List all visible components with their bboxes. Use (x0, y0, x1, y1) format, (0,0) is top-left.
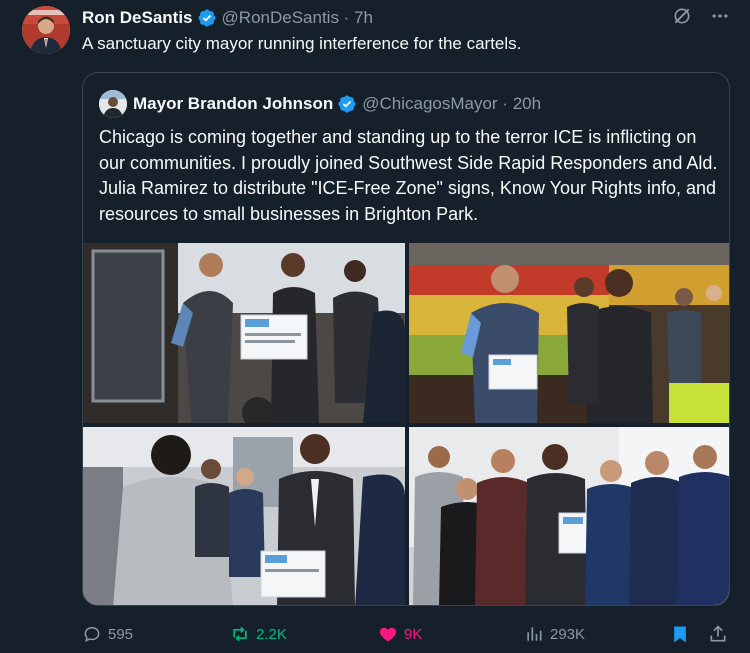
share-button[interactable] (708, 624, 728, 644)
repost-icon (233, 626, 247, 642)
share-icon (710, 625, 726, 642)
quote-author-handle[interactable]: @ChicagosMayor · 20h (362, 94, 541, 114)
photo-1[interactable] (83, 243, 405, 423)
photo-2[interactable] (409, 243, 729, 423)
repost-button[interactable]: 2.2K (230, 624, 287, 644)
photo-grid (83, 243, 729, 605)
reply-count: 595 (108, 625, 134, 643)
author-avatar[interactable] (22, 6, 70, 54)
repost-count: 2.2K (256, 625, 287, 643)
reply-button[interactable]: 595 (82, 624, 133, 644)
more-icon[interactable] (710, 6, 730, 26)
grok-icon[interactable] (672, 6, 692, 26)
photo-3[interactable] (83, 427, 405, 605)
views-count: 293K (550, 625, 586, 643)
quote-header: Mayor Brandon Johnson @ChicagosMayor · 2… (99, 89, 713, 119)
like-button[interactable]: 9K (378, 624, 422, 644)
reply-icon (84, 626, 100, 643)
quoted-tweet[interactable]: Mayor Brandon Johnson @ChicagosMayor · 2… (82, 72, 730, 606)
photo-4[interactable] (409, 427, 729, 605)
verified-badge-icon (197, 9, 216, 27)
bookmark-button[interactable] (670, 624, 690, 644)
verified-badge-icon (338, 95, 356, 113)
bookmark-icon (674, 626, 686, 643)
author-name[interactable]: Ron DeSantis (82, 8, 193, 28)
views-button[interactable]: 293K (524, 624, 585, 644)
like-count: 9K (404, 625, 423, 643)
quote-author-name[interactable]: Mayor Brandon Johnson (133, 94, 333, 114)
quote-author-avatar[interactable] (99, 90, 127, 118)
views-icon (527, 627, 542, 641)
action-bar: 595 2.2K 9K 293K (82, 622, 732, 648)
tweet-text: A sanctuary city mayor running interfere… (82, 34, 522, 53)
author-handle[interactable]: @RonDeSantis · 7h (222, 8, 373, 28)
like-icon (379, 627, 397, 642)
tweet-header: Ron DeSantis @RonDeSantis · 7h (82, 6, 730, 30)
quote-text: Chicago is coming together and standing … (99, 127, 718, 224)
